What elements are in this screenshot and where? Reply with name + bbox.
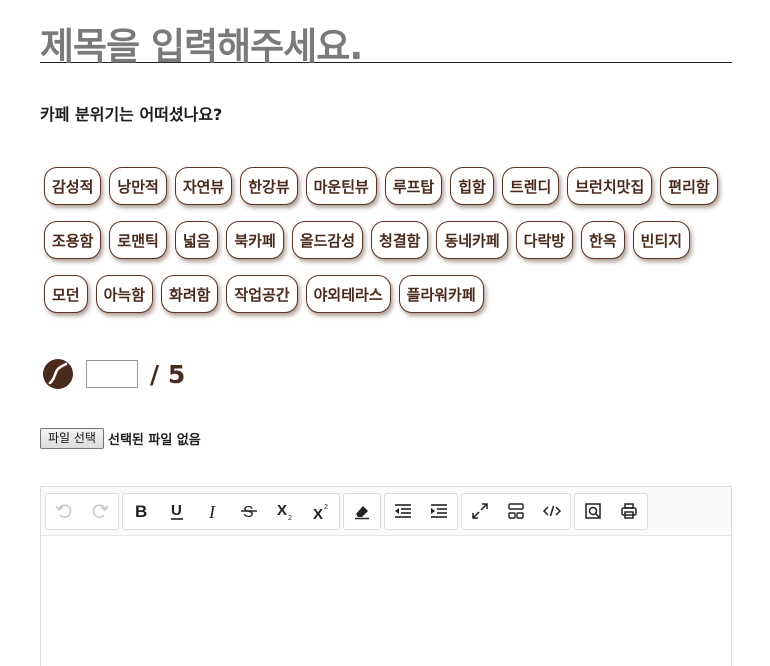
file-status: 선택된 파일 없음 [107,433,201,448]
bold-icon[interactable]: B [123,494,159,529]
tag-button[interactable]: 빈티지 [632,221,691,259]
svg-text:I: I [208,502,216,521]
atmosphere-question: 카페 분위기는 어떠셨나요? [40,105,223,124]
atmosphere-tags: 감성적 낭만적 자연뷰 한강뷰 마운틴뷰 루프탑 힙함 트렌디 브런치맛집 편리… [44,167,744,329]
rating-input[interactable] [86,360,138,388]
view-group [461,492,571,530]
editor-toolbar: B U I S X2 X2 [41,487,731,536]
tag-button[interactable]: 올드감성 [291,221,364,259]
svg-text:X: X [313,506,323,521]
tag-row: 조용함 로맨틱 넓음 북카페 올드감성 청결함 동네카페 다락방 한옥 빈티지 [44,221,744,259]
tag-button[interactable]: 청결함 [371,221,429,259]
print-icon[interactable] [611,494,647,529]
svg-text:2: 2 [324,504,328,511]
tag-button[interactable]: 동네카페 [436,221,508,259]
italic-icon[interactable]: I [195,494,231,529]
code-view-icon[interactable] [534,494,570,529]
redo-icon[interactable] [82,494,118,529]
tag-row: 감성적 낭만적 자연뷰 한강뷰 마운틴뷰 루프탑 힙함 트렌디 브런치맛집 편리… [44,167,744,205]
tag-button[interactable]: 넓음 [174,221,219,259]
rating-row: / 5 [42,358,185,390]
indent-icon[interactable] [421,494,457,529]
tag-button[interactable]: 트렌디 [501,167,560,205]
svg-text:X: X [277,502,287,519]
undo-icon[interactable] [46,494,82,529]
tag-button[interactable]: 한옥 [581,221,625,259]
subscript-icon[interactable]: X2 [267,494,303,529]
tag-row: 모던 아늑함 화려함 작업공간 야외테라스 플라워카페 [44,275,744,313]
format-group: B U I S X2 X2 [122,492,340,530]
title-field[interactable]: 제목을 입력해주세요. [40,10,732,68]
svg-text:2: 2 [288,515,292,521]
fullscreen-icon[interactable] [462,494,498,529]
tag-button[interactable]: 마운틴뷰 [305,167,377,205]
tag-button[interactable]: 낭만적 [109,167,167,205]
tag-button[interactable]: 한강뷰 [240,167,298,205]
tag-button[interactable]: 루프탑 [384,167,443,205]
tag-button[interactable]: 다락방 [515,221,574,259]
editor-content-area[interactable] [41,536,731,666]
svg-text:U: U [171,502,182,519]
file-upload: 파일 선택 선택된 파일 없음 [40,428,201,449]
tag-button[interactable]: 브런치맛집 [567,167,653,205]
svg-text:S: S [243,504,254,521]
superscript-icon[interactable]: X2 [303,494,339,529]
coffee-bean-icon [43,359,73,389]
strikethrough-icon[interactable]: S [231,494,267,529]
output-group [574,492,648,530]
tag-button[interactable]: 힙함 [450,167,494,205]
eraser-icon[interactable] [344,494,380,529]
svg-text:B: B [135,502,147,521]
rating-max-label: / 5 [150,359,186,389]
eraser-group [343,492,381,530]
preview-icon[interactable] [575,494,611,529]
tag-button[interactable]: 화려함 [161,275,219,313]
tag-button[interactable]: 야외테라스 [305,275,391,313]
outdent-icon[interactable] [385,494,421,529]
title-input[interactable]: 제목을 입력해주세요. [40,16,363,70]
rich-text-editor: B U I S X2 X2 [40,486,732,666]
tag-button[interactable]: 플라워카페 [398,275,484,313]
tag-button[interactable]: 감성적 [44,167,102,205]
tag-button[interactable]: 로맨틱 [109,221,167,259]
tag-button[interactable]: 아늑함 [95,275,154,313]
history-group [45,492,119,530]
underline-icon[interactable]: U [159,494,195,529]
tag-button[interactable]: 북카페 [226,221,284,259]
tag-button[interactable]: 편리함 [660,167,718,205]
choose-file-button[interactable]: 파일 선택 [40,428,104,449]
tag-button[interactable]: 모던 [44,275,88,313]
indent-group [384,492,458,530]
tag-button[interactable]: 자연뷰 [174,167,233,205]
tag-button[interactable]: 작업공간 [226,275,298,313]
show-blocks-icon[interactable] [498,494,534,529]
tag-button[interactable]: 조용함 [44,221,102,259]
